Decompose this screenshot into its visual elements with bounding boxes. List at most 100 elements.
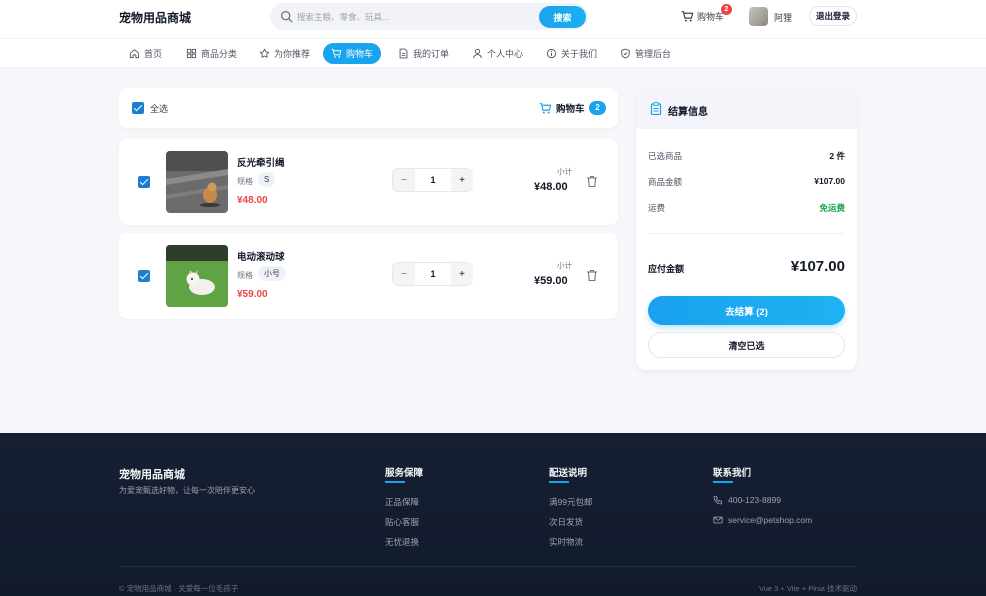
footer-service-title: 服务保障 bbox=[385, 465, 423, 483]
phone-icon bbox=[713, 495, 722, 505]
nav-label: 商品分类 bbox=[201, 49, 238, 59]
cart-icon bbox=[539, 102, 552, 114]
nav-item-recommend[interactable]: 为你推荐 bbox=[251, 43, 318, 64]
footer-link[interactable]: 正品保障 bbox=[385, 496, 419, 508]
row-label: 运费 bbox=[648, 203, 666, 213]
nav-item-about[interactable]: 关于我们 bbox=[538, 43, 605, 64]
info-icon bbox=[546, 48, 557, 59]
select-all-checkbox[interactable] bbox=[132, 102, 144, 114]
nav-label: 个人中心 bbox=[487, 49, 524, 59]
row-value: 2 件 bbox=[829, 151, 845, 161]
logout-button[interactable]: 退出登录 bbox=[809, 6, 857, 26]
increase-button[interactable]: + bbox=[451, 263, 473, 285]
document-icon bbox=[399, 48, 408, 59]
spec-label: 规格 bbox=[237, 271, 253, 280]
footer-email[interactable]: service@petshop.com bbox=[713, 515, 812, 525]
row-value: ¥107.00 bbox=[814, 176, 845, 186]
unit-price: ¥59.00 bbox=[237, 289, 268, 300]
quantity-value[interactable]: 1 bbox=[415, 169, 451, 191]
footer-phone[interactable]: 400-123-8899 bbox=[713, 495, 781, 505]
shield-icon bbox=[621, 48, 630, 59]
row-label: 已选商品 bbox=[648, 151, 683, 161]
nav-label: 管理后台 bbox=[635, 49, 672, 59]
home-icon bbox=[129, 49, 140, 59]
grid-icon bbox=[186, 48, 197, 59]
spec-tag: 小号 bbox=[258, 266, 286, 281]
row-label: 商品金额 bbox=[648, 177, 683, 187]
cart-count-badge: 2 bbox=[721, 4, 732, 15]
nav-label: 首页 bbox=[144, 49, 163, 59]
payable-amount: ¥107.00 bbox=[790, 258, 845, 275]
header-cart-link[interactable]: 购物车 2 bbox=[681, 4, 732, 23]
summary-row-count: 已选商品 2 件 bbox=[648, 150, 845, 162]
footer-delivery-title: 配送说明 bbox=[549, 465, 587, 483]
increase-button[interactable]: + bbox=[451, 169, 473, 191]
item-checkbox[interactable] bbox=[138, 176, 150, 188]
footer-link[interactable]: 次日发货 bbox=[549, 516, 583, 528]
footer-link[interactable]: 满99元包邮 bbox=[549, 496, 592, 508]
footer-link[interactable]: 无忧退换 bbox=[385, 536, 419, 548]
username[interactable]: 阿狸 bbox=[774, 11, 792, 24]
product-name[interactable]: 电动滚动球 bbox=[237, 249, 285, 263]
decrease-button[interactable]: − bbox=[393, 263, 415, 285]
nav-item-profile[interactable]: 个人中心 bbox=[464, 43, 531, 64]
subtotal-value: ¥59.00 bbox=[534, 275, 568, 287]
cart-count-badge: 2 bbox=[589, 101, 606, 115]
product-name[interactable]: 反光牵引绳 bbox=[237, 155, 285, 169]
header-cart-label: 购物车 bbox=[697, 12, 725, 22]
product-image[interactable] bbox=[166, 151, 228, 213]
footer-link[interactable]: 实时物流 bbox=[549, 536, 583, 548]
nav-item-cart[interactable]: 购物车 bbox=[323, 43, 382, 64]
nav-label: 购物车 bbox=[346, 49, 374, 59]
product-photo-ball bbox=[166, 245, 228, 307]
nav-item-admin[interactable]: 管理后台 bbox=[612, 43, 679, 64]
footer-link[interactable]: 贴心客服 bbox=[385, 516, 419, 528]
subtotal-label: 小计 bbox=[557, 167, 572, 176]
cart-title-label: 购物车 bbox=[556, 104, 585, 115]
nav-item-orders[interactable]: 我的订单 bbox=[390, 43, 457, 64]
email-address: service@petshop.com bbox=[728, 515, 813, 525]
cart-item: 反光牵引绳 规格 S ¥48.00 − 1 + 小计 ¥48.00 bbox=[119, 139, 618, 225]
footer-contact-title: 联系我们 bbox=[713, 465, 751, 483]
cart-title: 购物车 bbox=[539, 101, 585, 115]
summary-title: 结算信息 bbox=[668, 107, 708, 118]
top-header: 宠物用品商城 搜索 购物车 2 阿狸 退出登录 bbox=[0, 0, 986, 38]
quantity-stepper: − 1 + bbox=[392, 262, 473, 286]
footer-brand: 宠物用品商城 bbox=[119, 469, 185, 481]
nav-item-home[interactable]: 首页 bbox=[121, 43, 170, 64]
subtotal-label: 小计 bbox=[557, 261, 572, 270]
search-input[interactable] bbox=[297, 9, 527, 24]
cart-item: 电动滚动球 规格 小号 ¥59.00 − 1 + 小计 ¥59.00 bbox=[119, 233, 618, 319]
select-all-bar: 全选 购物车 2 bbox=[119, 88, 618, 128]
trash-icon[interactable] bbox=[586, 269, 598, 282]
spec-tag: S bbox=[258, 172, 276, 187]
nav-item-categories[interactable]: 商品分类 bbox=[178, 43, 245, 64]
select-all-label[interactable]: 全选 bbox=[150, 102, 168, 115]
mail-icon bbox=[713, 516, 723, 524]
search-button[interactable]: 搜索 bbox=[539, 6, 586, 28]
quantity-value[interactable]: 1 bbox=[415, 263, 451, 285]
footer-tagline: 为爱宠甄选好物，让每一次陪伴更安心 bbox=[119, 486, 255, 495]
checkout-button[interactable]: 去结算 (2) bbox=[648, 296, 845, 325]
cart-icon bbox=[331, 48, 342, 58]
trash-icon[interactable] bbox=[586, 175, 598, 188]
quantity-stepper: − 1 + bbox=[392, 168, 473, 192]
site-logo[interactable]: 宠物用品商城 bbox=[119, 9, 191, 26]
site-footer: 宠物用品商城 为爱宠甄选好物，让每一次陪伴更安心 服务保障 正品保障 贴心客服 … bbox=[0, 433, 986, 596]
copyright: © 宠物用品商城 · 关爱每一位毛孩子 bbox=[119, 584, 239, 593]
decrease-button[interactable]: − bbox=[393, 169, 415, 191]
spec-label: 规格 bbox=[237, 177, 253, 186]
unit-price: ¥48.00 bbox=[237, 195, 268, 206]
clear-selected-button[interactable]: 清空已选 bbox=[648, 332, 845, 358]
nav-label: 关于我们 bbox=[561, 49, 598, 59]
footer-divider bbox=[119, 566, 857, 567]
tech-stack: Vue 3 + Vite + Pinia 技术驱动 bbox=[759, 584, 857, 593]
divider bbox=[648, 233, 845, 234]
phone-number: 400-123-8899 bbox=[728, 495, 781, 505]
avatar[interactable] bbox=[749, 7, 768, 26]
product-image[interactable] bbox=[166, 245, 228, 307]
clipboard-icon bbox=[650, 102, 662, 115]
main-nav: 首页 商品分类 为你推荐 购物车 我的订单 个人中心 关于我们 管理后台 bbox=[0, 38, 986, 68]
subtotal-value: ¥48.00 bbox=[534, 181, 568, 193]
item-checkbox[interactable] bbox=[138, 270, 150, 282]
